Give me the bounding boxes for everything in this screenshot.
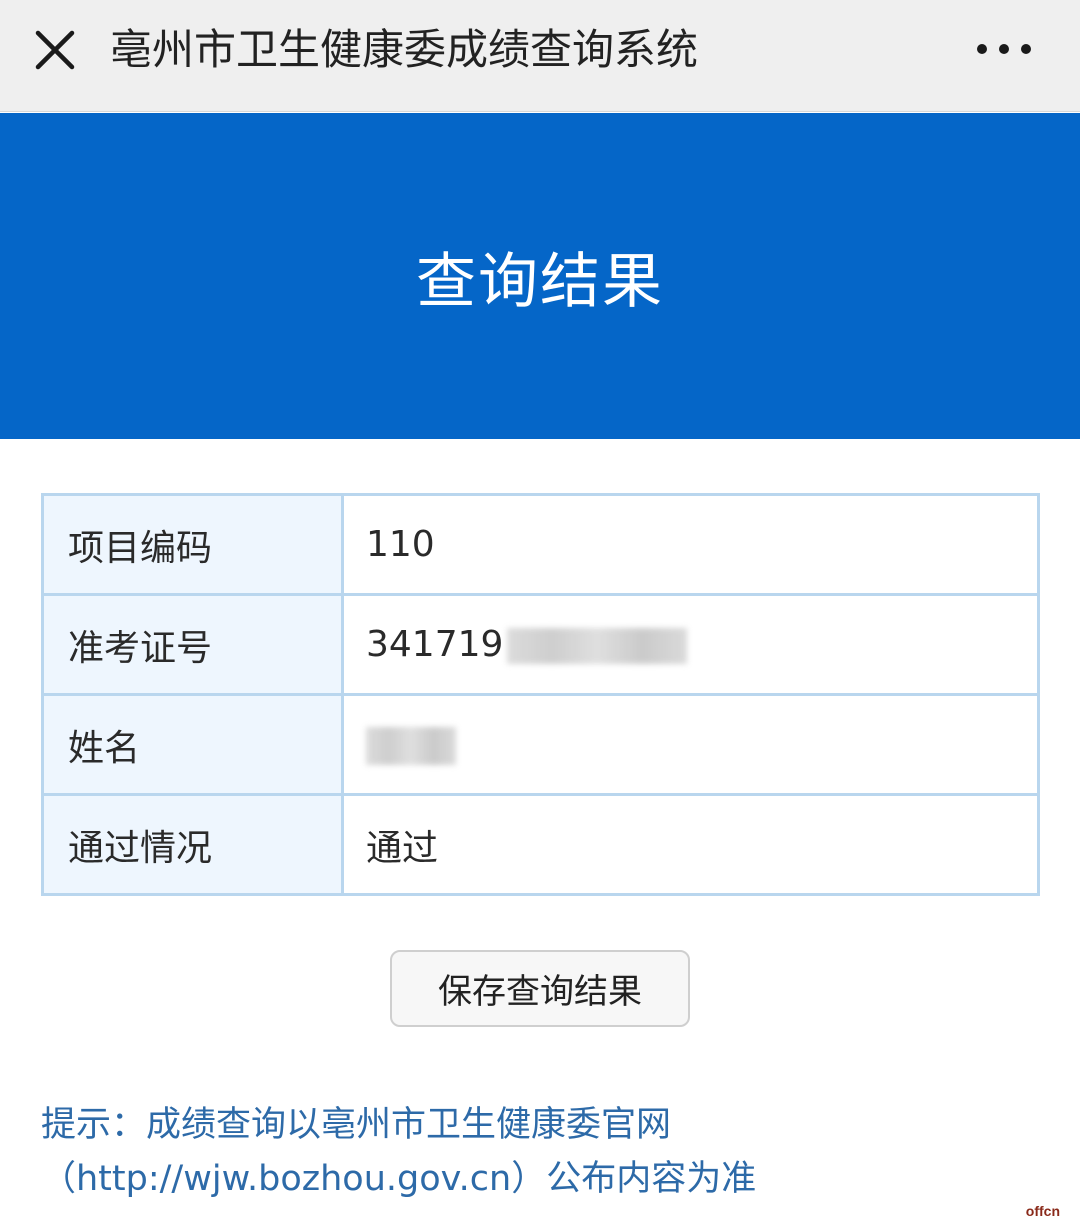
name-mask xyxy=(366,727,456,765)
table-row: 姓名 xyxy=(41,693,1040,796)
table-row: 准考证号 341719 xyxy=(41,593,1040,696)
ticket-number-mask xyxy=(507,628,688,664)
top-bar: 亳州市卫生健康委成绩查询系统 xyxy=(0,0,1080,112)
row-value-project-code: 110 xyxy=(341,493,1040,596)
table-row: 通过情况 通过 xyxy=(41,793,1040,896)
tip-text: 提示：成绩查询以亳州市卫生健康委官网 （http://wjw.bozhou.go… xyxy=(41,1098,1041,1206)
window-title: 亳州市卫生健康委成绩查询系统 xyxy=(110,25,699,74)
ticket-number-visible: 341719 xyxy=(366,624,504,665)
result-table: 项目编码 110 准考证号 341719 姓名 通过情况 通过 xyxy=(41,493,1040,896)
table-row: 项目编码 110 xyxy=(41,493,1040,596)
row-label-project-code: 项目编码 xyxy=(41,493,344,596)
tip-line-1: 提示：成绩查询以亳州市卫生健康委官网 xyxy=(41,1105,672,1145)
more-dots-icon xyxy=(977,44,1031,54)
row-label-ticket-number: 准考证号 xyxy=(41,593,344,696)
row-value-pass-status: 通过 xyxy=(341,793,1040,896)
row-label-name: 姓名 xyxy=(41,693,344,796)
close-icon xyxy=(35,30,75,70)
watermark: offcn xyxy=(1025,1203,1060,1219)
row-value-ticket-number: 341719 xyxy=(341,593,1040,696)
more-button[interactable] xyxy=(974,34,1034,64)
close-button[interactable] xyxy=(30,25,80,75)
row-value-name xyxy=(341,693,1040,796)
result-banner: 查询结果 xyxy=(0,113,1080,439)
save-result-button[interactable]: 保存查询结果 xyxy=(390,950,690,1027)
tip-line-2: （http://wjw.bozhou.gov.cn）公布内容为准 xyxy=(41,1159,757,1199)
banner-title: 查询结果 xyxy=(416,246,664,317)
row-label-pass-status: 通过情况 xyxy=(41,793,344,896)
